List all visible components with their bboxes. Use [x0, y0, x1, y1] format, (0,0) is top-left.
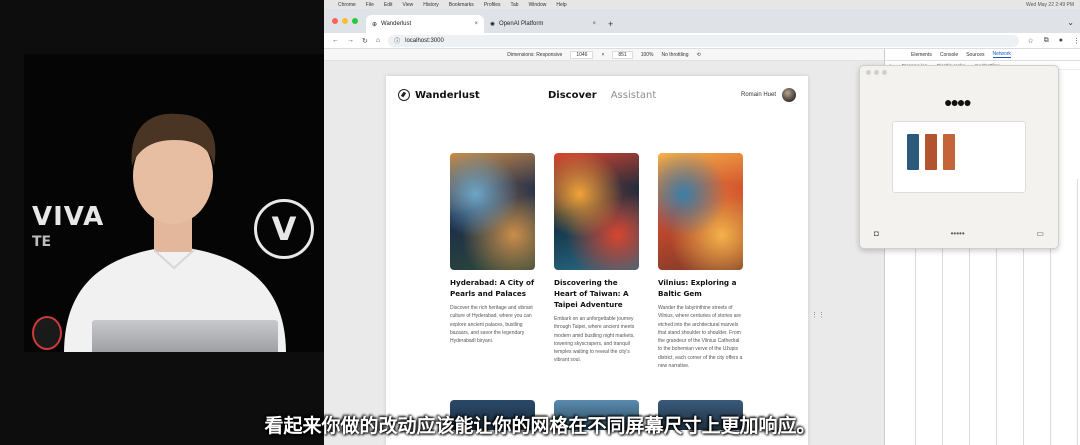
display-icon[interactable]: ▭: [1036, 229, 1044, 238]
globe-icon: ⊕: [372, 21, 378, 28]
browser-tab-bar: ⊕ Wanderlust × ✺ OpenAI Platform × + ⌄: [324, 9, 1080, 33]
user-name: Romain Huet: [740, 92, 776, 98]
main-nav: Discover Assistant: [548, 90, 656, 101]
dimensions-select[interactable]: Dimensions: Responsive: [507, 52, 562, 58]
tab-console[interactable]: Console: [940, 52, 958, 58]
window-controls: [332, 18, 358, 24]
preview-thumb: [925, 134, 937, 170]
viewport-height-input[interactable]: 851: [612, 50, 633, 59]
subtitle-caption: 看起来你做的改动应该能让你的网格在不同屏幕尺寸上更加响应。: [264, 415, 816, 437]
close-window-button[interactable]: [332, 18, 338, 24]
viewport-width-input[interactable]: 1046: [570, 50, 594, 59]
forward-icon[interactable]: →: [347, 37, 354, 44]
maximize-window-button[interactable]: [352, 18, 358, 24]
microphone-icon: [32, 316, 62, 350]
destination-description: Wander the labyrinthine streets of Vilni…: [658, 305, 743, 370]
destination-title: Vilnius: Exploring a Baltic Gem: [658, 278, 737, 298]
destination-card[interactable]: Vilnius: Exploring a Baltic Gem Wander t…: [658, 153, 743, 370]
menu-file[interactable]: File: [366, 2, 374, 8]
user-menu[interactable]: Romain Huet: [741, 88, 796, 102]
new-tab-button[interactable]: +: [608, 19, 613, 29]
app-navbar: Wanderlust Discover Assistant Romain Hue…: [386, 76, 808, 118]
tab-label: Wanderlust: [381, 21, 412, 27]
menu-view[interactable]: View: [402, 2, 413, 8]
menu-tab[interactable]: Tab: [511, 2, 519, 8]
back-icon[interactable]: ←: [332, 37, 339, 44]
destination-description: Discover the rich heritage and vibrant c…: [450, 305, 533, 345]
destination-image: [450, 153, 535, 270]
url-field[interactable]: ⓘ localhost:3000: [388, 34, 1020, 47]
tab-wanderlust[interactable]: ⊕ Wanderlust ×: [366, 15, 484, 33]
destination-description: Embark on an unforgettable journey throu…: [554, 316, 635, 364]
close-tab-icon[interactable]: ×: [592, 21, 596, 27]
mac-menu-bar: Chrome File Edit View History Bookmarks …: [324, 0, 1080, 9]
url-text: localhost:3000: [405, 37, 444, 44]
address-bar-row: ← → ↻ ⌂ ⓘ localhost:3000 ☆ ⧉ ● ⋮: [324, 33, 1080, 49]
menu-history[interactable]: History: [423, 2, 439, 8]
destination-title: Discovering the Heart of Taiwan: A Taipe…: [554, 278, 629, 309]
nav-assistant[interactable]: Assistant: [611, 90, 657, 101]
preview-thumb: [907, 134, 919, 170]
close-tab-icon[interactable]: ×: [474, 21, 478, 27]
tab-sources[interactable]: Sources: [966, 52, 984, 58]
menu-chrome[interactable]: Chrome: [338, 2, 356, 8]
rotate-icon[interactable]: ⟲: [696, 52, 700, 58]
menu-window[interactable]: Window: [529, 2, 547, 8]
destination-card[interactable]: Discovering the Heart of Taiwan: A Taipe…: [554, 153, 639, 370]
bookmark-star-icon[interactable]: ☆: [1027, 37, 1033, 45]
home-icon[interactable]: ⌂: [376, 37, 380, 44]
speaker-video: VIVA TE V: [24, 54, 324, 352]
app-logo[interactable]: Wanderlust: [398, 89, 480, 101]
profile-icon[interactable]: ●: [1059, 37, 1063, 45]
menu-dots-icon[interactable]: ⋮: [1073, 37, 1080, 45]
throttle-select[interactable]: No throttling: [662, 52, 689, 58]
extensions-icon[interactable]: ⧉: [1044, 37, 1049, 45]
more-dots-icon[interactable]: •••••: [951, 229, 965, 238]
minimize-window-button[interactable]: [342, 18, 348, 24]
nav-discover[interactable]: Discover: [548, 90, 597, 101]
devtools-tabs: Elements Console Sources Network: [885, 49, 1080, 61]
popup-title: ●●●●: [944, 94, 972, 110]
openai-icon: ✺: [490, 21, 496, 28]
tab-network[interactable]: Network: [992, 51, 1011, 58]
app-logo-text: Wanderlust: [415, 89, 480, 101]
stage: VIVA TE V Chrome File Edit View History …: [0, 0, 1080, 445]
destination-image: [658, 153, 743, 270]
menu-edit[interactable]: Edit: [384, 2, 393, 8]
resize-handle[interactable]: ⋮⋮: [811, 311, 825, 319]
laptop: [92, 320, 278, 352]
destination-card[interactable]: Hyderabad: A City of Pearls and Palaces …: [450, 153, 535, 370]
mac-clock: Wed May 22 2:49 PM: [1026, 1, 1074, 8]
compass-icon: [398, 89, 410, 101]
tab-search-icon[interactable]: ⌄: [1067, 18, 1080, 27]
speaker-figure: [64, 113, 286, 352]
reload-icon[interactable]: ↻: [362, 37, 368, 45]
device-toolbar: Dimensions: Responsive 1046 × 851 100% N…: [324, 49, 884, 61]
popup-footer: ◘ ••••• ▭: [860, 229, 1058, 238]
destination-image: [554, 153, 639, 270]
tab-elements[interactable]: Elements: [911, 52, 932, 58]
destination-title: Hyderabad: A City of Pearls and Palaces: [450, 278, 535, 298]
tab-openai-platform[interactable]: ✺ OpenAI Platform ×: [484, 15, 602, 33]
emulated-viewport: Wanderlust Discover Assistant Romain Hue…: [324, 61, 884, 445]
avatar: [782, 88, 796, 102]
zoom-select[interactable]: 100%: [641, 52, 654, 58]
mirrored-preview: [892, 121, 1026, 193]
preview-thumb: [943, 134, 955, 170]
camera-icon[interactable]: ◘: [874, 229, 879, 238]
menu-bookmarks[interactable]: Bookmarks: [449, 2, 474, 8]
screen-share: Chrome File Edit View History Bookmarks …: [324, 0, 1080, 445]
destination-grid: Hyderabad: A City of Pearls and Palaces …: [450, 153, 743, 370]
wanderlust-page: Wanderlust Discover Assistant Romain Hue…: [386, 76, 808, 445]
menu-profiles[interactable]: Profiles: [484, 2, 501, 8]
screen-mirroring-window: ●●●● ◘ ••••• ▭: [859, 65, 1059, 249]
popup-window-controls: [866, 70, 887, 75]
tab-label: OpenAI Platform: [499, 21, 544, 27]
site-info-icon[interactable]: ⓘ: [394, 36, 400, 45]
menu-help[interactable]: Help: [556, 2, 566, 8]
times-icon: ×: [601, 51, 605, 58]
